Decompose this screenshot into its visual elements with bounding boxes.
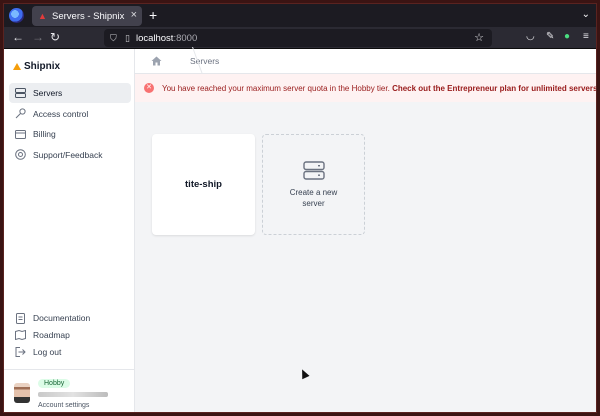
account-settings-link[interactable]: Account settings — [38, 402, 89, 409]
sidebar-item-label: Support/Feedback — [33, 149, 103, 160]
tab-title: Servers - Shipnix — [52, 10, 125, 22]
bookmark-star-icon[interactable]: ☆ — [474, 31, 484, 44]
back-arrow-icon[interactable]: ← — [12, 30, 24, 44]
shipnix-logo-icon — [13, 63, 21, 70]
avatar[interactable] — [14, 383, 30, 403]
browser-tab[interactable]: ▲ Servers - Shipnix × — [32, 6, 142, 26]
chevron-down-icon[interactable]: ⌄ — [582, 9, 590, 20]
sidebar-item-label: Billing — [33, 129, 56, 139]
extension-icon[interactable]: ● — [564, 31, 570, 43]
sidebar-item-roadmap[interactable]: Roadmap — [9, 327, 131, 344]
map-icon — [15, 330, 26, 341]
sidebar-item-billing[interactable]: Billing — [9, 124, 131, 144]
navigation-bar: ← → ↻ ⛉ ▯ localhost:8000 ☆ ◡ ✎ ● ≡ — [4, 27, 596, 49]
username-redacted — [38, 392, 108, 397]
sidebar-item-access-control[interactable]: Access control — [9, 104, 131, 124]
url-host: localhost — [135, 32, 174, 44]
breadcrumb: Servers — [135, 49, 596, 74]
tab-bar: ▲ Servers - Shipnix × + ⌄ — [4, 4, 596, 27]
logout-icon — [15, 347, 26, 358]
user-panel[interactable]: Hobby Account settings — [4, 369, 135, 412]
url-bar[interactable]: ⛉ ▯ localhost:8000 ☆ — [104, 29, 492, 47]
plan-badge: Hobby — [38, 379, 71, 388]
url-text: localhost:8000 — [136, 33, 197, 44]
sidebar-item-support[interactable]: Support/Feedback — [9, 145, 131, 165]
alert-text: You have reached your maximum server quo… — [162, 83, 390, 93]
error-circle-icon: ✕ — [144, 83, 154, 93]
firefox-icon[interactable] — [9, 8, 24, 23]
sidebar-item-documentation[interactable]: Documentation — [9, 310, 131, 327]
sidebar-bottom-nav: Documentation Roadmap Log out — [9, 310, 131, 361]
sidebar-item-label: Log out — [33, 347, 62, 358]
pocket-icon[interactable]: ◡ — [526, 31, 535, 43]
sidebar-item-servers[interactable]: Servers — [9, 83, 131, 103]
sidebar-item-label: Roadmap — [33, 330, 70, 341]
sidebar-item-logout[interactable]: Log out — [9, 344, 131, 361]
server-icon — [302, 160, 325, 180]
upgrade-plan-link[interactable]: Check out the Entrepreneur plan for unli… — [392, 84, 596, 93]
new-tab-icon[interactable]: + — [149, 7, 157, 23]
quota-alert: ✕ You have reached your maximum server q… — [135, 74, 596, 102]
server-name: tite-ship — [185, 179, 222, 190]
sidebar-item-label: Documentation — [33, 313, 91, 324]
brand-name: Shipnix — [24, 61, 61, 72]
main-content: Servers ✕ You have reached your maximum … — [135, 49, 596, 412]
app-viewport: Shipnix Servers Access control Billing S… — [4, 49, 596, 412]
sidebar-item-label: Servers — [33, 88, 63, 98]
hamburger-menu-icon[interactable]: ≡ — [583, 31, 589, 43]
close-tab-icon[interactable]: × — [131, 9, 137, 21]
sidebar-item-label: Access control — [33, 108, 89, 119]
server-card[interactable]: tite-ship — [152, 134, 255, 235]
shipnix-favicon-icon: ▲ — [38, 10, 47, 21]
lifebuoy-icon — [15, 149, 26, 160]
credit-card-icon — [15, 129, 26, 140]
key-icon — [15, 108, 26, 119]
breadcrumb-separator — [172, 49, 180, 74]
create-server-card[interactable]: Create a new server — [262, 134, 365, 235]
home-icon[interactable] — [151, 56, 162, 66]
sidebar-nav: Servers Access control Billing Support/F… — [9, 83, 131, 165]
reload-icon[interactable]: ↻ — [50, 30, 60, 44]
browser-window: ▲ Servers - Shipnix × + ⌄ ← → ↻ ⛉ ▯ loca… — [3, 3, 597, 413]
sidebar: Shipnix Servers Access control Billing S… — [4, 49, 135, 412]
shield-icon[interactable]: ⛉ — [110, 33, 119, 43]
page-icon[interactable]: ▯ — [125, 33, 130, 44]
url-port: :8000 — [173, 32, 198, 44]
wrench-icon[interactable]: ✎ — [546, 31, 554, 43]
server-icon — [15, 88, 26, 99]
create-server-label: Create a new server — [289, 187, 338, 208]
brand[interactable]: Shipnix — [13, 61, 60, 72]
forward-arrow-icon[interactable]: → — [32, 30, 44, 44]
document-icon — [15, 312, 26, 324]
alert-message: You have reached your maximum server quo… — [162, 83, 596, 93]
